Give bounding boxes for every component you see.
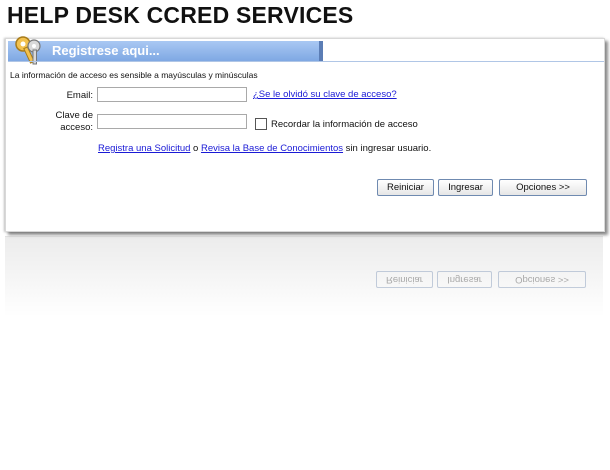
panel-reflection: Reiniciar Ingresar Opciones >> [5,236,603,317]
conjunction-text: o [190,143,201,154]
remember-label: Recordar la información de acceso [271,119,418,130]
remember-checkbox[interactable] [255,118,267,130]
help-links: Registra una Solicitud o Revisa la Base … [98,142,458,155]
page-title: HELP DESK CCRED SERVICES [7,2,354,28]
reset-button-reflection: Reiniciar [376,271,433,288]
options-button[interactable]: Opciones >> [499,179,587,196]
options-button-reflection: Opciones >> [498,271,586,288]
divider [8,61,604,62]
password-label-line2: acceso: [60,122,93,133]
knowledge-base-link[interactable]: Revisa la Base de Conocimientos [201,143,343,154]
reset-button[interactable]: Reiniciar [377,179,434,196]
panel-header: Registrese aqui... [8,36,323,65]
forgot-password-link[interactable]: ¿Se le olvidó su clave de acceso? [253,89,397,100]
panel-header-label: Registrese aqui... [52,43,160,58]
login-button-reflection: Ingresar [437,271,492,288]
password-label-line1: Clave de [55,110,94,121]
login-panel: Registrese aqui... La información de acc… [5,36,605,232]
case-sensitivity-note: La información de acceso es sensible a m… [10,70,258,80]
email-field[interactable] [97,87,247,102]
register-request-link[interactable]: Registra una Solicitud [98,143,190,154]
login-button[interactable]: Ingresar [438,179,493,196]
password-field[interactable] [97,114,247,129]
suffix-text: sin ingresar usuario. [343,143,432,154]
email-label: Email: [66,90,93,101]
